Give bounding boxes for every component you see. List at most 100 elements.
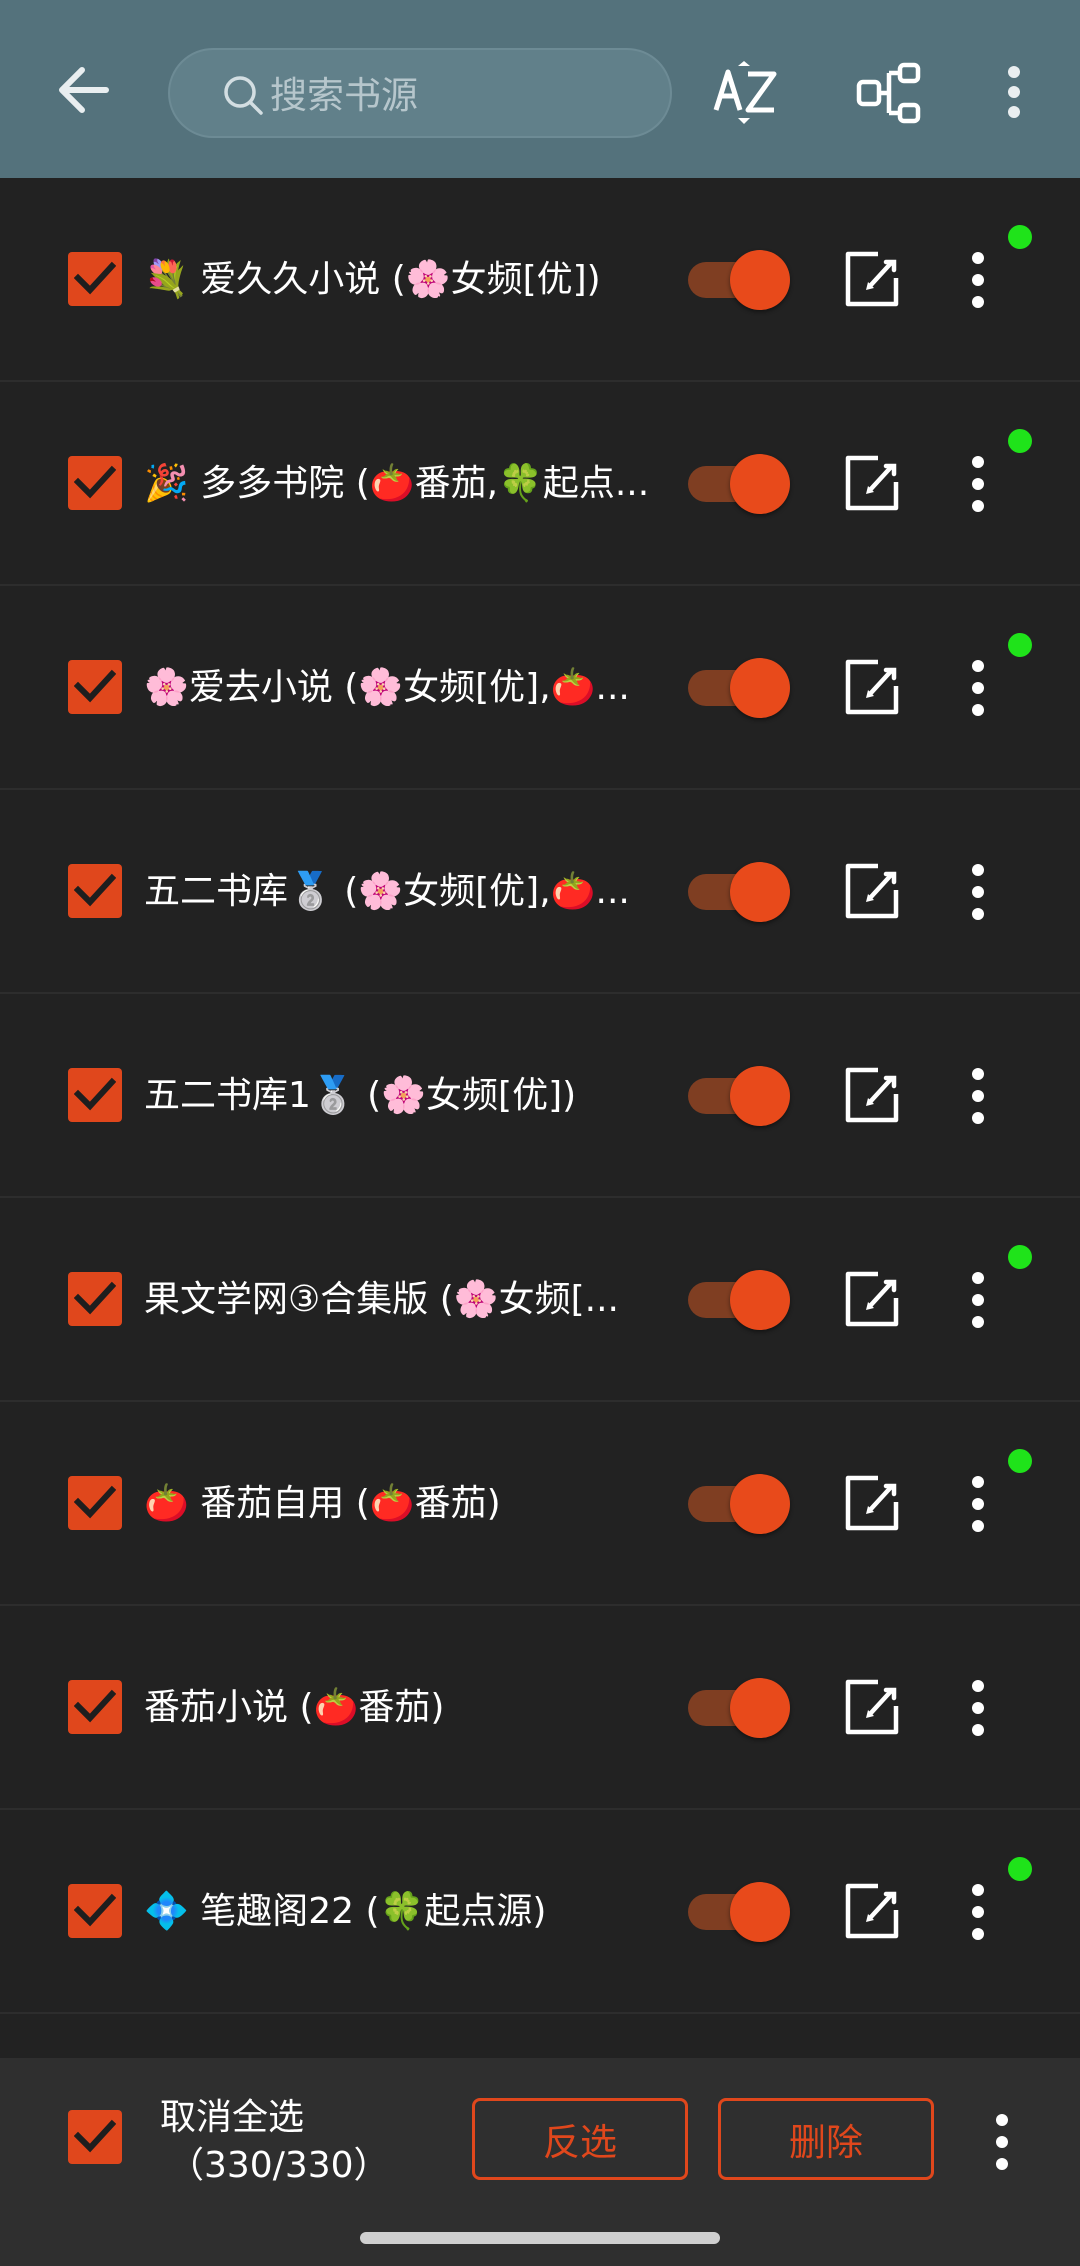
row-more-button[interactable]: [962, 860, 994, 924]
switch-thumb: [730, 658, 790, 718]
row-more-button[interactable]: [962, 1676, 994, 1740]
row-checkbox[interactable]: [68, 1068, 122, 1122]
selection-more-button[interactable]: [986, 2110, 1018, 2174]
book-source-row: 番茄小说 (🍅番茄): [0, 1606, 1080, 1810]
row-checkbox[interactable]: [68, 1680, 122, 1734]
book-source-row: 五二书库1🥈 (🌸女频[优]): [0, 994, 1080, 1198]
source-name: 🍅 番茄自用 (🍅番茄): [144, 1483, 501, 1524]
book-source-row: 💠 笔趣阁22 (🍀起点源): [0, 1810, 1080, 2014]
book-source-row: 🌸爱去小说 (🌸女频[优],🍅...: [0, 586, 1080, 790]
status-dot: [1008, 1857, 1032, 1881]
row-checkbox[interactable]: [68, 864, 122, 918]
check-icon: [74, 1485, 116, 1519]
invert-selection-button[interactable]: 反选: [472, 2098, 688, 2180]
edit-button[interactable]: [840, 1472, 904, 1536]
more-vertical-icon: [972, 1272, 984, 1328]
switch-thumb: [730, 862, 790, 922]
edit-button[interactable]: [840, 1880, 904, 1944]
row-checkbox[interactable]: [68, 456, 122, 510]
top-app-bar: [0, 0, 1080, 178]
source-name: 五二书库1🥈 (🌸女频[优]): [144, 1075, 577, 1116]
more-vertical-icon: [972, 1680, 984, 1736]
check-icon: [74, 465, 116, 499]
enable-switch[interactable]: [688, 658, 792, 718]
status-dot: [1008, 429, 1032, 453]
source-name: 五二书库🥈 (🌸女频[优],🍅...: [144, 871, 630, 912]
enable-switch[interactable]: [688, 1678, 792, 1738]
more-vertical-icon: [972, 1068, 984, 1124]
enable-switch[interactable]: [688, 454, 792, 514]
edit-button[interactable]: [840, 1676, 904, 1740]
switch-thumb: [730, 454, 790, 514]
row-checkbox[interactable]: [68, 660, 122, 714]
check-icon: [74, 261, 116, 295]
enable-switch[interactable]: [688, 862, 792, 922]
check-icon: [74, 1689, 116, 1723]
edit-icon: [845, 1883, 899, 1939]
back-button[interactable]: [52, 58, 116, 122]
enable-switch[interactable]: [688, 1882, 792, 1942]
check-icon: [74, 1077, 116, 1111]
row-checkbox[interactable]: [68, 252, 122, 306]
row-checkbox[interactable]: [68, 1272, 122, 1326]
row-more-button[interactable]: [962, 452, 994, 516]
edit-icon: [845, 1679, 899, 1735]
row-more-button[interactable]: [962, 1880, 994, 1944]
more-vertical-icon: [972, 864, 984, 920]
select-all-label[interactable]: 取消全选 （330/330）: [160, 2094, 400, 2190]
book-source-row: 💐 爱久久小说 (🌸女频[优]): [0, 178, 1080, 382]
book-source-row: 五二书库🥈 (🌸女频[优],🍅...: [0, 790, 1080, 994]
status-dot: [1008, 1449, 1032, 1473]
check-icon: [74, 873, 116, 907]
enable-switch[interactable]: [688, 1270, 792, 1330]
sort-button[interactable]: [712, 60, 778, 126]
sort-az-icon: [713, 61, 777, 124]
edit-icon: [845, 455, 899, 511]
switch-thumb: [730, 1474, 790, 1534]
row-more-button[interactable]: [962, 1472, 994, 1536]
edit-icon: [845, 251, 899, 307]
edit-icon: [845, 659, 899, 715]
source-name: 番茄小说 (🍅番茄): [144, 1687, 445, 1728]
enable-switch[interactable]: [688, 1066, 792, 1126]
check-icon: [74, 669, 116, 703]
search-bar[interactable]: [168, 48, 672, 138]
status-dot: [1008, 633, 1032, 657]
enable-switch[interactable]: [688, 250, 792, 310]
book-source-list: 💐 爱久久小说 (🌸女频[优]) 🎉 多多书院 (🍅番茄,�: [0, 178, 1080, 2014]
book-source-row: 🎉 多多书院 (🍅番茄,🍀起点...: [0, 382, 1080, 586]
more-vertical-icon: [972, 252, 984, 308]
delete-button[interactable]: 删除: [718, 2098, 934, 2180]
book-source-row: 果文学网③合集版 (🌸女频[...: [0, 1198, 1080, 1402]
edit-button[interactable]: [840, 860, 904, 924]
edit-button[interactable]: [840, 656, 904, 720]
edit-button[interactable]: [840, 248, 904, 312]
switch-thumb: [730, 1678, 790, 1738]
edit-button[interactable]: [840, 1268, 904, 1332]
row-more-button[interactable]: [962, 248, 994, 312]
overflow-menu-button[interactable]: [994, 64, 1034, 120]
edit-button[interactable]: [840, 452, 904, 516]
more-vertical-icon: [972, 1884, 984, 1940]
selection-count: （330/330）: [168, 2145, 390, 2186]
switch-thumb: [730, 250, 790, 310]
more-vertical-icon: [1008, 66, 1020, 118]
row-more-button[interactable]: [962, 656, 994, 720]
more-vertical-icon: [972, 660, 984, 716]
search-input[interactable]: [270, 64, 650, 126]
switch-thumb: [730, 1066, 790, 1126]
row-more-button[interactable]: [962, 1268, 994, 1332]
more-vertical-icon: [972, 1476, 984, 1532]
row-checkbox[interactable]: [68, 1476, 122, 1530]
select-all-checkbox[interactable]: [68, 2110, 122, 2164]
group-button[interactable]: [856, 62, 922, 124]
enable-switch[interactable]: [688, 1474, 792, 1534]
source-name: 果文学网③合集版 (🌸女频[...: [144, 1279, 619, 1320]
edit-button[interactable]: [840, 1064, 904, 1128]
home-indicator: [360, 2232, 720, 2244]
status-dot: [1008, 225, 1032, 249]
row-more-button[interactable]: [962, 1064, 994, 1128]
row-checkbox[interactable]: [68, 1884, 122, 1938]
arrow-left-icon: [59, 67, 109, 113]
check-icon: [74, 1893, 116, 1927]
